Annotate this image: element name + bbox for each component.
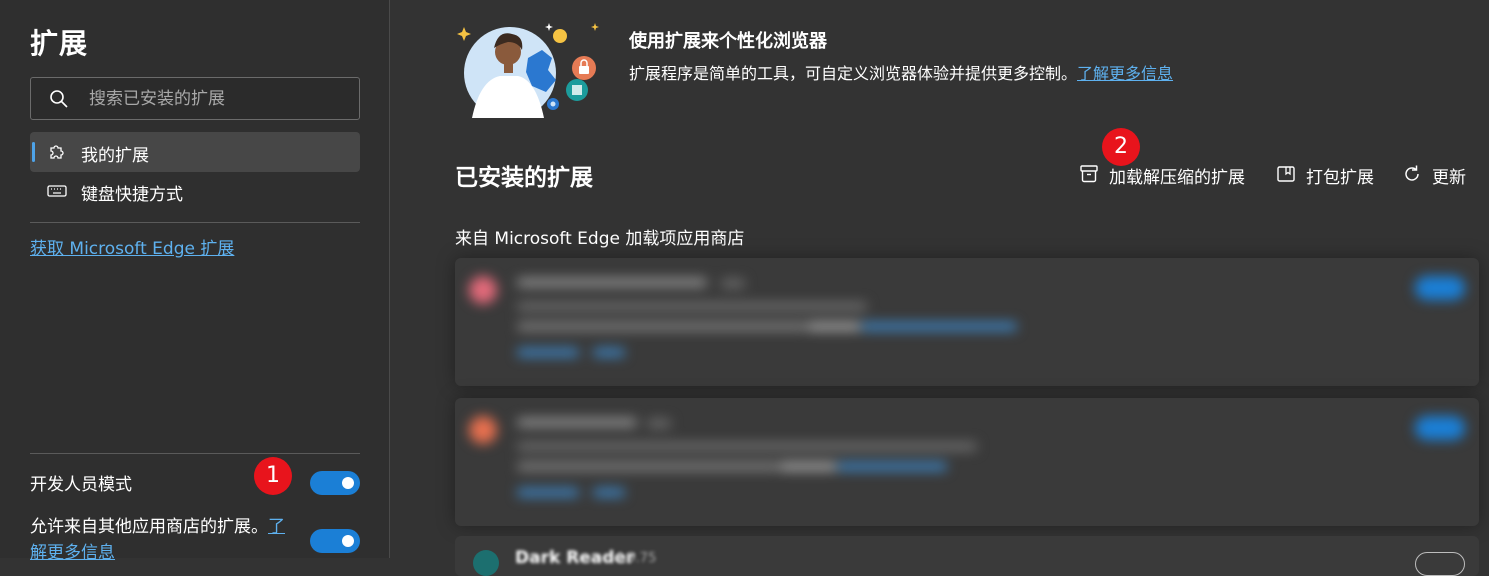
keyboard-icon	[47, 185, 67, 197]
hero-description: 扩展程序是简单的工具，可自定义浏览器体验并提供更多控制。了解更多信息	[629, 60, 1173, 84]
hero-learn-more-link[interactable]: 了解更多信息	[1077, 64, 1173, 83]
extension-icon	[469, 416, 497, 444]
update-button[interactable]: 更新	[1402, 162, 1482, 188]
puzzle-icon	[50, 145, 64, 159]
hero-title: 使用扩展来个性化浏览器	[629, 31, 827, 52]
extension-card[interactable]	[455, 258, 1479, 386]
blurred-details-link	[517, 488, 579, 497]
search-icon	[50, 90, 68, 108]
divider	[30, 222, 360, 223]
search-box[interactable]	[30, 77, 360, 120]
allow-other-stores-toggle[interactable]	[310, 529, 360, 553]
blurred-id	[517, 322, 807, 331]
extension-toggle[interactable]	[1415, 276, 1465, 300]
blurred-version	[721, 279, 745, 288]
extension-card[interactable]	[455, 398, 1479, 526]
package-icon	[1277, 166, 1295, 182]
blurred-content	[455, 258, 1479, 386]
active-indicator	[32, 142, 35, 162]
sidebar-item-keyboard-shortcuts[interactable]: 键盘快捷方式	[30, 171, 360, 211]
get-extensions-link[interactable]: 获取 Microsoft Edge 扩展	[30, 234, 234, 259]
blurred-remove-link	[593, 488, 625, 497]
load-unpacked-label: 加载解压缩的扩展	[1109, 168, 1245, 188]
blurred-name	[517, 418, 637, 427]
developer-mode-label: 开发人员模式	[30, 475, 132, 495]
blurred-description	[517, 442, 977, 451]
allow-other-stores-text: 允许来自其他应用商店的扩展。了解更多信息	[30, 514, 300, 566]
archive-icon	[1080, 165, 1098, 183]
sidebar-item-label: 我的扩展	[81, 146, 149, 166]
blurred-name	[517, 278, 707, 287]
blurred-id-highlight	[807, 322, 861, 331]
annotation-badge-1: 1	[254, 457, 292, 495]
load-unpacked-button[interactable]: 加载解压缩的扩展	[1079, 162, 1259, 188]
blurred-link	[861, 322, 1017, 331]
sidebar-item-label: 键盘快捷方式	[81, 185, 183, 205]
extension-toggle[interactable]	[1415, 552, 1465, 576]
extension-icon	[469, 276, 497, 304]
developer-mode-toggle[interactable]	[310, 471, 360, 495]
extension-card[interactable]: Dark Reader 4.9.75	[455, 536, 1479, 576]
blurred-id-highlight	[779, 462, 837, 471]
search-input[interactable]	[87, 86, 347, 112]
blurred-remove-link	[593, 348, 625, 357]
store-source-label: 来自 Microsoft Edge 加载项应用商店	[455, 229, 745, 249]
annotation-badge-2: 2	[1102, 128, 1140, 166]
divider	[30, 453, 360, 454]
extension-icon	[473, 550, 499, 576]
blurred-details-link	[517, 348, 579, 357]
refresh-icon	[1405, 165, 1419, 181]
sidebar-title: 扩展	[30, 27, 89, 60]
hero-description-text: 扩展程序是简单的工具，可自定义浏览器体验并提供更多控制。	[629, 64, 1078, 83]
blurred-content	[455, 398, 1479, 526]
blurred-description	[517, 302, 867, 311]
allow-other-stores-label: 允许来自其他应用商店的扩展。	[30, 517, 268, 537]
pack-extension-button[interactable]: 打包扩展	[1276, 162, 1386, 188]
sidebar-item-my-extensions[interactable]: 我的扩展	[30, 132, 360, 172]
extension-version: 4.9.75	[615, 551, 657, 566]
blurred-version	[647, 419, 671, 428]
pack-extension-label: 打包扩展	[1306, 168, 1374, 188]
update-label: 更新	[1432, 168, 1466, 188]
blurred-id	[517, 462, 779, 471]
extensions-illustration	[457, 23, 599, 118]
blurred-link	[837, 462, 947, 471]
extension-toggle[interactable]	[1415, 416, 1465, 440]
sidebar: 扩展 我的扩展 键盘快捷方式 获取 Microsoft Edge 扩展 开发人员…	[0, 0, 390, 563]
installed-extensions-title: 已安装的扩展	[455, 165, 593, 191]
